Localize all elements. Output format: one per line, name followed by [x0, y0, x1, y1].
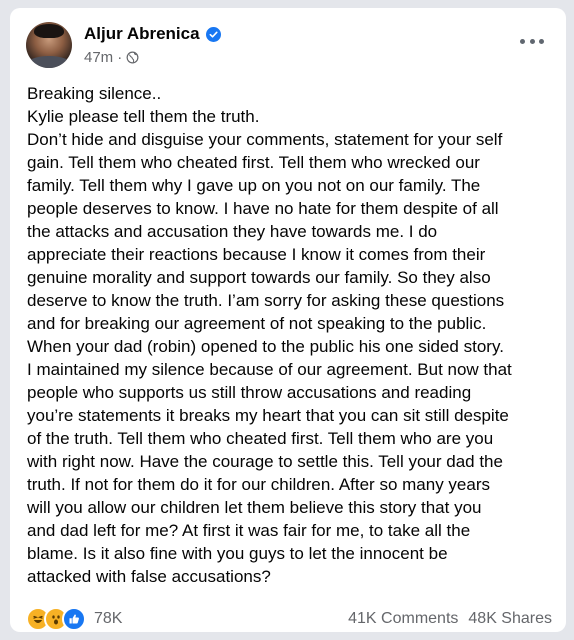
post-footer: 78K 41K Comments 48K Shares	[26, 606, 552, 632]
comments-count-link[interactable]: 41K Comments	[348, 610, 458, 628]
post-header: Aljur Abrenica 47m ·	[26, 22, 550, 74]
post-text-line: truth. If not for them do it for our chi…	[27, 475, 490, 494]
meta-separator: ·	[117, 49, 123, 66]
author-name[interactable]: Aljur Abrenica	[84, 24, 200, 44]
like-icon	[62, 607, 86, 631]
post-text-line: of the truth. Tell them who cheated firs…	[27, 429, 494, 448]
post-text-line: When your dad (robin) opened to the publ…	[27, 337, 504, 356]
verified-badge-icon	[205, 26, 221, 42]
post-text-line: and dad left for me? At first it was fai…	[27, 521, 471, 540]
author-avatar[interactable]	[26, 22, 72, 68]
post-text-line: Breaking silence..	[27, 84, 162, 103]
post-card: Aljur Abrenica 47m · Breaking silence.. K…	[10, 8, 566, 632]
more-options-icon[interactable]	[520, 36, 544, 46]
post-text-line: I maintained my silence because of our a…	[27, 360, 512, 379]
post-text-line: you’re statements it breaks my heart tha…	[27, 406, 509, 425]
post-text-line: Don’t hide and disguise your comments, s…	[27, 130, 503, 149]
post-text-line: gain. Tell them who cheated first. Tell …	[27, 153, 480, 172]
author-name-row: Aljur Abrenica	[84, 24, 221, 44]
post-text-line: will you allow our children let them bel…	[27, 498, 482, 517]
shares-count-link[interactable]: 48K Shares	[468, 610, 552, 628]
post-text-line: and for breaking our agreement of not sp…	[27, 314, 487, 333]
post-text-line: people deserves to know. I have no hate …	[27, 199, 499, 218]
post-text: Breaking silence.. Kylie please tell them…	[27, 82, 555, 588]
reaction-count: 78K	[94, 610, 123, 627]
post-text-line: blame. Is it also fine with you guys to …	[27, 544, 448, 563]
reactions-summary[interactable]: 78K	[26, 607, 122, 631]
post-text-line: people who supports us still throw accus…	[27, 383, 472, 402]
post-text-line: appreciate their reactions because I kno…	[27, 245, 486, 264]
post-meta: 47m ·	[84, 49, 139, 66]
post-text-line: the attacks and accusation they have tow…	[27, 222, 438, 241]
globe-icon	[126, 51, 139, 64]
post-text-line: genuine morality and support towards our…	[27, 268, 491, 287]
avatar-shoulders	[26, 56, 72, 68]
post-text-line: family. Tell them why I gave up on you n…	[27, 176, 481, 195]
post-text-line: with right now. Have the courage to sett…	[27, 452, 503, 471]
post-text-line: deserve to know the truth. I’am sorry fo…	[27, 291, 505, 310]
post-text-line: attacked with false accusations?	[27, 567, 271, 586]
post-timestamp[interactable]: 47m	[84, 49, 113, 66]
post-text-line: Kylie please tell them the truth.	[27, 107, 260, 126]
avatar-hair	[34, 24, 64, 38]
